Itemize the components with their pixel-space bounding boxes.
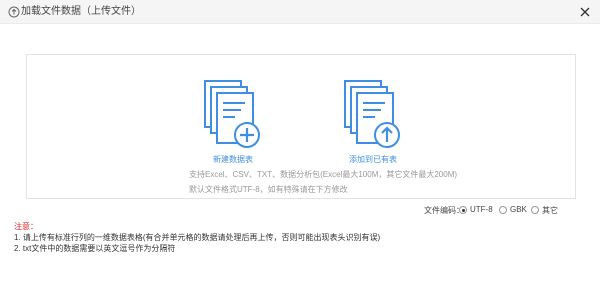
- radio-checked-icon[interactable]: [459, 206, 467, 214]
- radio-icon[interactable]: [531, 206, 539, 214]
- notes-section: 注意： 1. 请上传有标准行列的一维数据表格(有合并单元格的数据请处理后再上传，…: [14, 221, 380, 254]
- default-encoding-text: 默认文件格式UTF-8，如有特殊请在下方修改: [189, 185, 348, 194]
- support-text: 支持Excel、CSV、TXT、数据分析包(Excel最大100M，其它文件最大…: [189, 170, 458, 179]
- document-upload-icon[interactable]: [341, 79, 405, 151]
- notes-title: 注意：: [14, 222, 38, 231]
- new-table-link[interactable]: 新建数据表: [213, 155, 253, 165]
- upload-cloud-icon: [8, 6, 20, 18]
- dialog-title: 加载文件数据（上传文件）: [21, 6, 141, 17]
- upload-area[interactable]: 新建数据表 添加到已有表 支持Excel、CSV、TXT、数据分析包(Excel…: [26, 54, 576, 199]
- document-plus-icon[interactable]: [201, 79, 265, 151]
- encoding-label: 文件编码：: [424, 206, 464, 215]
- upload-dialog: 加载文件数据（上传文件） 新建数据表 添加到已有表 支持Excel、CSV、TX…: [0, 0, 600, 307]
- radio-icon[interactable]: [499, 206, 507, 214]
- note-item: 1. 请上传有标准行列的一维数据表格(有合并单元格的数据请处理后再上传，否则可能…: [14, 233, 381, 242]
- note-item: 2. txt文件中的数据需要以英文逗号作为分隔符: [14, 244, 176, 253]
- close-icon[interactable]: [578, 5, 592, 19]
- append-table-link[interactable]: 添加到已有表: [349, 155, 397, 165]
- dialog-header: 加载文件数据（上传文件）: [0, 0, 600, 24]
